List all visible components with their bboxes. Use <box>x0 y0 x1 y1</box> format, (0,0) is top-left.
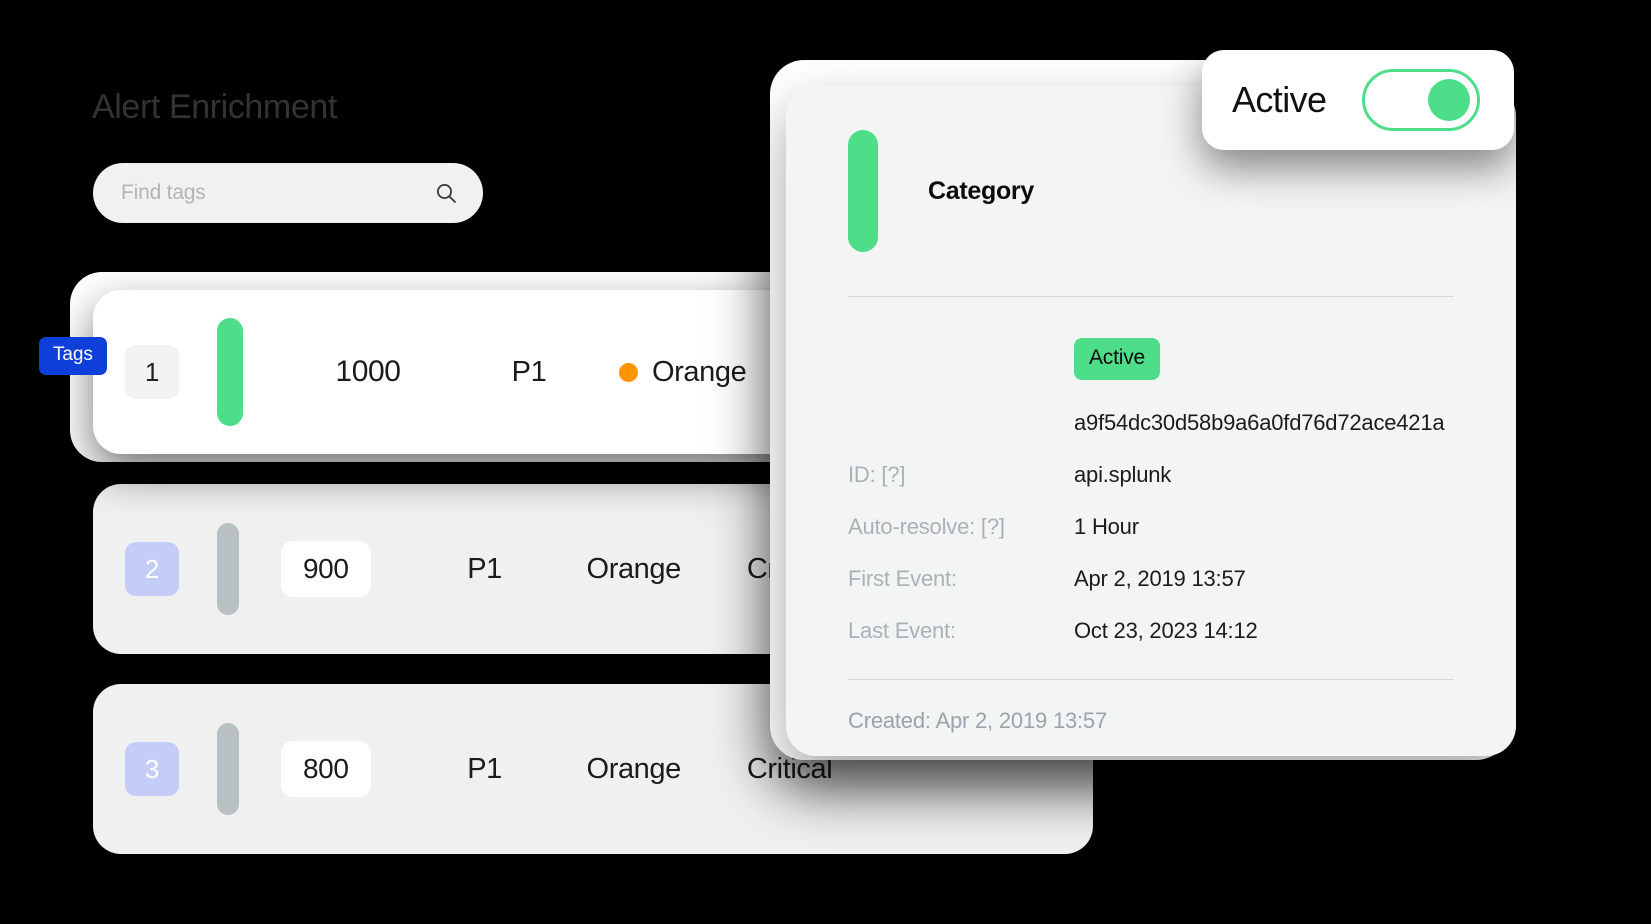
search-input[interactable] <box>121 181 433 205</box>
detail-panel-title: Category <box>928 176 1034 205</box>
detail-field-label-auto-resolve: Auto-resolve: [?] <box>848 514 1005 539</box>
search-icon[interactable] <box>433 180 459 206</box>
detail-field-label-first-event: First Event: <box>848 566 957 591</box>
row-color-label: Orange <box>586 552 682 585</box>
active-toggle-label: Active <box>1232 79 1327 120</box>
detail-field-label-id: ID: [?] <box>848 462 906 487</box>
row-index-badge: 3 <box>125 742 179 796</box>
detail-created-text: Created: Apr 2, 2019 13:57 <box>848 708 1107 733</box>
detail-field-row: Auto-resolve: [?] 1 Hour <box>848 501 1454 553</box>
detail-field-value-first-event: Apr 2, 2019 13:57 <box>1074 566 1246 591</box>
row-index-badge: 1 <box>125 345 179 399</box>
row-priority: P1 <box>511 355 547 388</box>
row-color-label: Orange <box>586 752 682 785</box>
row-value: 900 <box>281 541 371 597</box>
row-level-bar <box>217 723 239 815</box>
status-badge: Active <box>1074 338 1160 380</box>
page-title: Alert Enrichment <box>92 88 337 126</box>
category-accent-bar <box>848 130 878 252</box>
row-index-badge: 2 <box>125 542 179 596</box>
detail-field-value-auto-resolve: 1 Hour <box>1074 514 1139 539</box>
detail-field-value-id: api.splunk <box>1074 462 1172 487</box>
toggle-knob[interactable] <box>1428 79 1470 121</box>
detail-panel: Category Active a9f54dc30d58b9a6a0fd76d7… <box>786 86 1516 756</box>
color-dot-icon <box>619 362 638 382</box>
detail-field-label-last-event: Last Event: <box>848 618 956 643</box>
detail-status-row: Active <box>848 333 1454 385</box>
detail-field-row: Last Event: Oct 23, 2023 14:12 <box>848 605 1454 657</box>
tags-badge[interactable]: Tags <box>39 337 107 375</box>
row-value: 1000 <box>335 355 401 388</box>
screenshot-root: Alert Enrichment Tags 1 1000 P1 Orange C… <box>0 0 1651 924</box>
row-color: Orange <box>619 355 747 389</box>
detail-panel-body: Active a9f54dc30d58b9a6a0fd76d72ace421a … <box>786 297 1516 657</box>
detail-hash-row: a9f54dc30d58b9a6a0fd76d72ace421a <box>848 397 1454 449</box>
detail-hash-value: a9f54dc30d58b9a6a0fd76d72ace421a <box>1074 410 1445 435</box>
detail-field-row: First Event: Apr 2, 2019 13:57 <box>848 553 1454 605</box>
row-priority: P1 <box>467 752 502 785</box>
detail-field-row: ID: [?] api.splunk <box>848 449 1454 501</box>
active-toggle-switch[interactable] <box>1362 69 1480 131</box>
row-level-bar <box>217 318 243 426</box>
row-color-label: Orange <box>652 355 747 388</box>
row-priority: P1 <box>467 552 502 585</box>
active-toggle-card: Active <box>1202 50 1514 150</box>
detail-field-value-last-event: Oct 23, 2023 14:12 <box>1074 618 1258 643</box>
row-level-bar <box>217 523 239 615</box>
row-value: 800 <box>281 741 371 797</box>
search-box[interactable] <box>93 163 483 223</box>
